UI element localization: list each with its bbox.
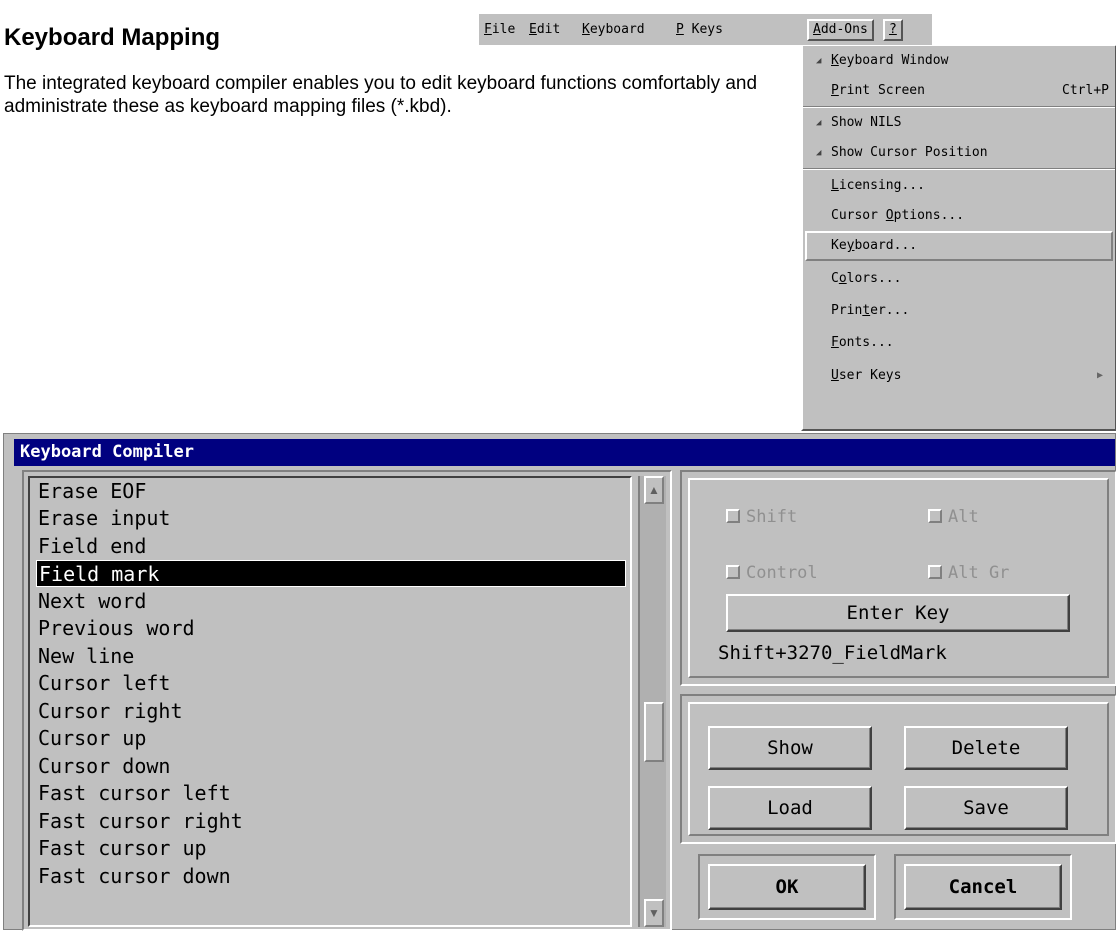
shortcut-label: Ctrl+P — [1062, 83, 1109, 98]
submenu-arrow-icon: ▶ — [1096, 370, 1103, 381]
menuitem-colors[interactable]: Colors... — [803, 264, 1115, 294]
menu-separator — [803, 168, 1115, 170]
menu-p-keys[interactable]: P Keys — [676, 21, 723, 39]
list-item[interactable]: Fast cursor left — [38, 780, 231, 807]
scroll-thumb[interactable] — [644, 702, 664, 762]
ok-button[interactable]: OK — [708, 864, 866, 910]
checkbox-box — [928, 509, 942, 523]
menuitem-show-cursor-position[interactable]: ◢ Show Cursor Position — [803, 138, 1115, 168]
dialog-title-bar[interactable]: Keyboard Compiler — [14, 439, 1115, 466]
menuitem-print-screen[interactable]: Print Screen Ctrl+P — [803, 76, 1115, 106]
list-item[interactable]: Erase EOF — [38, 478, 146, 505]
list-scrollbar[interactable]: ▲ ▼ — [638, 476, 666, 927]
menuitem-printer[interactable]: Printer... — [803, 296, 1115, 326]
menuitem-licensing[interactable]: Licensing... — [803, 171, 1115, 201]
list-item[interactable]: Cursor left — [38, 670, 170, 697]
load-button[interactable]: Load — [708, 786, 872, 830]
menuitem-cursor-options[interactable]: Cursor Options... — [803, 201, 1115, 231]
alt-gr-checkbox[interactable]: Alt Gr — [928, 562, 1009, 584]
checkbox-box — [928, 565, 942, 579]
list-item[interactable]: Erase input — [38, 505, 170, 532]
menuitem-keyboard-window[interactable]: ◢ Keyboard Window — [803, 46, 1115, 76]
checkbox-box — [726, 509, 740, 523]
doc-body: The integrated keyboard compiler enables… — [4, 73, 758, 117]
list-item[interactable]: Previous word — [38, 615, 195, 642]
alt-checkbox[interactable]: Alt — [928, 506, 979, 528]
delete-button[interactable]: Delete — [904, 726, 1068, 770]
show-button[interactable]: Show — [708, 726, 872, 770]
list-item[interactable]: Cursor down — [38, 753, 170, 780]
list-item[interactable]: Fast cursor down — [38, 863, 231, 890]
menuitem-fonts[interactable]: Fonts... — [803, 328, 1115, 358]
menuitem-keyboard[interactable]: Keyboard... — [805, 231, 1113, 261]
list-item[interactable]: Fast cursor up — [38, 835, 207, 862]
check-mark-icon: ◢ — [816, 118, 822, 128]
current-key-binding: Shift+3270_FieldMark — [718, 642, 947, 664]
menu-edit[interactable]: Edit — [529, 21, 560, 39]
menubar: File Edit Keyboard P Keys Add-Ons ? — [479, 14, 932, 45]
list-item[interactable]: Next word — [38, 588, 146, 615]
file-actions-group: Show Delete Load Save — [680, 694, 1116, 844]
ok-button-frame: OK — [698, 854, 876, 920]
check-mark-icon: ◢ — [816, 148, 822, 158]
cancel-button[interactable]: Cancel — [904, 864, 1062, 910]
function-list: Erase EOF Erase input Field end Field ma… — [22, 470, 672, 931]
scroll-up-arrow-icon[interactable]: ▲ — [644, 476, 664, 504]
menu-help[interactable]: ? — [883, 19, 903, 41]
add-ons-dropdown: ◢ Keyboard Window Print Screen Ctrl+P ◢ … — [801, 45, 1116, 431]
keyboard-compiler-dialog: Keyboard Compiler Erase EOF Erase input … — [3, 433, 1116, 931]
key-definition-group: Shift Alt Control Alt Gr Enter Key Shift… — [680, 470, 1116, 686]
list-item[interactable]: Field end — [38, 533, 146, 560]
list-item-selected[interactable]: Field mark — [36, 560, 626, 587]
cancel-button-frame: Cancel — [894, 854, 1072, 920]
menu-add-ons[interactable]: Add-Ons — [807, 19, 874, 41]
list-item[interactable]: New line — [38, 643, 134, 670]
shift-checkbox[interactable]: Shift — [726, 506, 797, 528]
scroll-down-arrow-icon[interactable]: ▼ — [644, 899, 664, 927]
checkbox-box — [726, 565, 740, 579]
menu-keyboard[interactable]: Keyboard — [582, 21, 645, 39]
menu-file[interactable]: File — [484, 21, 515, 39]
save-button[interactable]: Save — [904, 786, 1068, 830]
control-checkbox[interactable]: Control — [726, 562, 818, 584]
enter-key-button[interactable]: Enter Key — [726, 594, 1070, 632]
list-item[interactable]: Cursor up — [38, 725, 146, 752]
list-item[interactable]: Cursor right — [38, 698, 183, 725]
doc-title: Keyboard Mapping — [4, 24, 221, 51]
menuitem-show-nils[interactable]: ◢ Show NILS — [803, 108, 1115, 138]
menuitem-user-keys[interactable]: User Keys ▶ — [803, 361, 1115, 391]
list-item[interactable]: Fast cursor right — [38, 808, 243, 835]
function-list-view[interactable]: Erase EOF Erase input Field end Field ma… — [28, 476, 632, 927]
check-mark-icon: ◢ — [816, 56, 822, 66]
